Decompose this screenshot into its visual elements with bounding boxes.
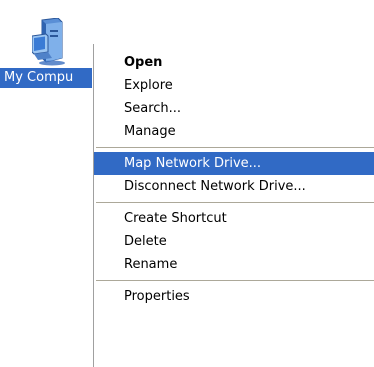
menu-item-map-network-drive[interactable]: Map Network Drive...: [94, 152, 374, 175]
menu-item-manage[interactable]: Manage: [94, 120, 374, 143]
menu-item-disconnect-network-drive[interactable]: Disconnect Network Drive...: [94, 175, 374, 198]
desktop-stage: My Compu Open Explore Search... Manage M…: [0, 0, 374, 367]
context-menu: Open Explore Search... Manage Map Networ…: [93, 44, 374, 367]
menu-item-explore[interactable]: Explore: [94, 74, 374, 97]
menu-separator: [96, 202, 374, 203]
menu-item-delete[interactable]: Delete: [94, 230, 374, 253]
menu-item-rename[interactable]: Rename: [94, 253, 374, 276]
menu-separator: [96, 280, 374, 281]
menu-item-search[interactable]: Search...: [94, 97, 374, 120]
my-computer-label: My Compu: [0, 68, 92, 88]
menu-item-properties[interactable]: Properties: [94, 285, 374, 308]
menu-item-open[interactable]: Open: [94, 51, 374, 74]
my-computer-desktop-icon[interactable]: My Compu: [0, 18, 100, 98]
my-computer-icon: [32, 18, 65, 66]
menu-separator: [96, 147, 374, 148]
menu-item-create-shortcut[interactable]: Create Shortcut: [94, 207, 374, 230]
